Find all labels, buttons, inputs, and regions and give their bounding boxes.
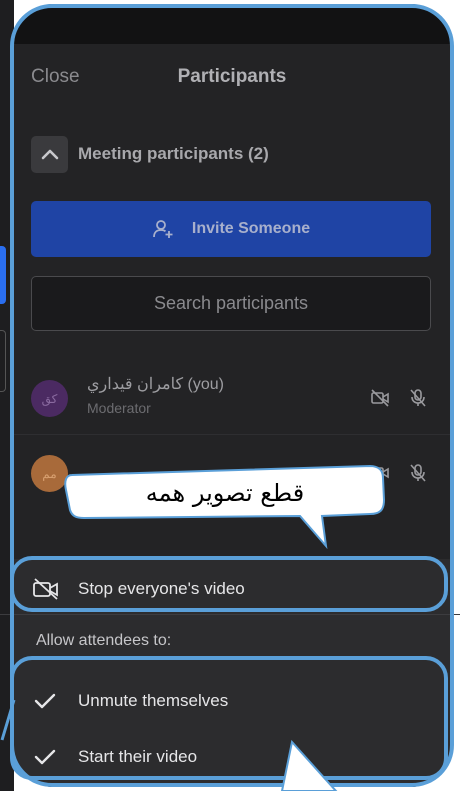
annotation-line bbox=[0, 699, 16, 741]
callout-pointer bbox=[280, 739, 338, 791]
annotation-callouts bbox=[0, 464, 386, 791]
callout-text: قطع تصویر همه bbox=[145, 479, 305, 507]
